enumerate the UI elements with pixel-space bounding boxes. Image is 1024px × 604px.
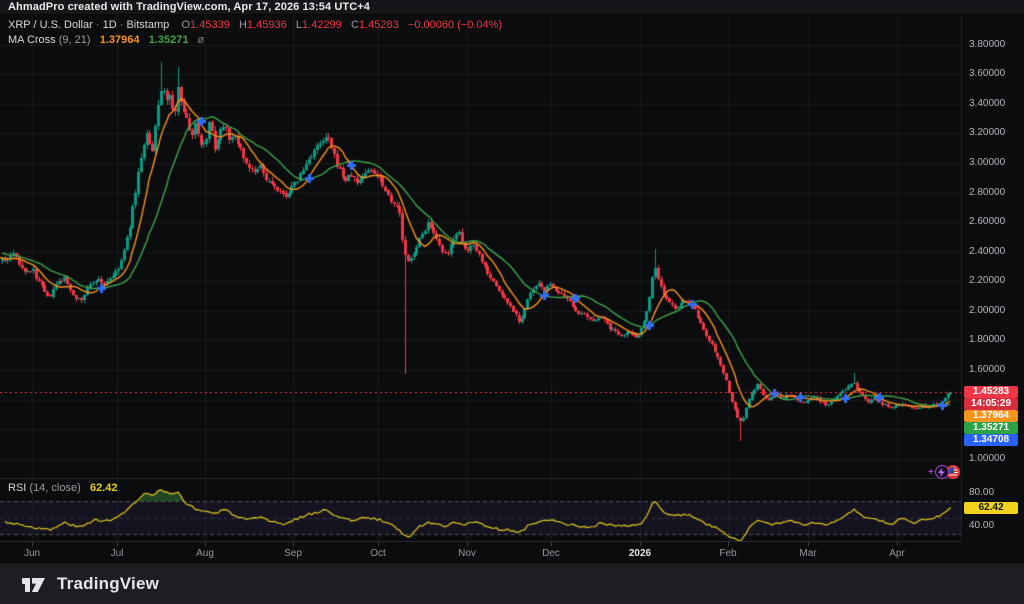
price-axis-label: 1.80000 [969, 335, 1005, 345]
tradingview-brand-text: TradingView [57, 574, 159, 594]
close-label: C [351, 19, 359, 31]
footer-bar: TradingView [0, 562, 1024, 604]
rsi-name[interactable]: RSI [8, 482, 26, 494]
price-axis-label: 3.00000 [969, 158, 1005, 168]
price-axis-badge: 14:05:29 [964, 398, 1018, 410]
close-value: 1.45283 [359, 19, 399, 31]
pane-divider[interactable] [0, 478, 961, 479]
ma-cross-params: (9, 21) [59, 34, 91, 46]
time-axis-tick [32, 542, 33, 546]
high-value: 1.45936 [247, 19, 287, 31]
price-axis-badge: 1.37964 [964, 410, 1018, 422]
time-axis-tick [897, 542, 898, 546]
price-axis-label: 3.60000 [969, 69, 1005, 79]
price-axis-badge: 1.34708 [964, 434, 1018, 446]
ma-cross-legend-row[interactable]: MA Cross (9, 21) 1.37964 1.35271 ø [8, 34, 204, 46]
time-axis-tick [378, 542, 379, 546]
time-axis-tick [467, 542, 468, 546]
price-axis-label: 3.80000 [969, 40, 1005, 50]
change-value: −0.00060 (−0.04%) [408, 19, 502, 31]
instant-trading-bolt-icon[interactable] [935, 465, 949, 479]
time-axis-tick [728, 542, 729, 546]
rsi-params: (14, close) [29, 482, 80, 494]
time-axis-label: Nov [458, 548, 476, 559]
time-axis[interactable]: Jun Jul Aug Sep Oct Nov Dec 2026 Feb Mar Apr [0, 541, 961, 562]
price-axis-badge: 1.35271 [964, 422, 1018, 434]
rsi-axis-label: 40.00 [969, 521, 994, 531]
attribution-bar: AhmadPro created with TradingView.com, A… [0, 0, 1024, 15]
open-label: O [181, 19, 190, 31]
price-axis-label: 2.00000 [969, 306, 1005, 316]
rsi-legend-row[interactable]: RSI (14, close) 62.42 [8, 482, 117, 494]
price-axis-label: 3.40000 [969, 99, 1005, 109]
tradingview-logo[interactable]: TradingView [22, 574, 159, 594]
time-axis-label: Jul [111, 548, 124, 559]
exchange-label[interactable]: Bitstamp [126, 19, 169, 31]
time-axis-label: Mar [799, 548, 816, 559]
interval-label[interactable]: 1D [103, 19, 117, 31]
low-value: 1.42299 [302, 19, 342, 31]
ma-fast-value: 1.37964 [100, 34, 140, 46]
time-axis-label: Dec [542, 548, 560, 559]
price-axis-label: 1.00000 [969, 454, 1005, 464]
price-axis-label: 3.20000 [969, 128, 1005, 138]
pane-quick-icons: + [928, 465, 960, 479]
time-axis-label: Oct [370, 548, 386, 559]
time-axis-tick [808, 542, 809, 546]
time-axis-label: Feb [719, 548, 736, 559]
time-axis-tick [205, 542, 206, 546]
ma-cross-name[interactable]: MA Cross [8, 34, 56, 46]
open-value: 1.45339 [190, 19, 230, 31]
hide-indicator-icon[interactable]: ø [198, 34, 205, 46]
price-chart-canvas[interactable] [0, 15, 961, 478]
time-axis-label: Apr [889, 548, 905, 559]
time-axis-tick [551, 542, 552, 546]
time-axis-tick [117, 542, 118, 546]
price-axis-label: 2.60000 [969, 217, 1005, 227]
legend-separator: · [96, 19, 100, 31]
time-axis-tick [293, 542, 294, 546]
tradingview-logo-icon [22, 574, 48, 594]
ma-slow-value: 1.35271 [149, 34, 189, 46]
rsi-value-badge: 62.42 [964, 502, 1018, 514]
symbol-title[interactable]: XRP / U.S. Dollar [8, 19, 93, 31]
price-axis-label: 2.40000 [969, 247, 1005, 257]
attribution-text: AhmadPro created with TradingView.com, A… [0, 1, 370, 13]
rsi-value: 62.42 [90, 482, 118, 494]
time-axis-label: Aug [196, 548, 214, 559]
price-axis-badge: 1.45283 [964, 386, 1018, 398]
tradingview-chart-app: AhmadPro created with TradingView.com, A… [0, 0, 1024, 604]
add-alert-plus-icon[interactable]: + [928, 467, 934, 478]
rsi-axis-label: 80.00 [969, 488, 994, 498]
symbol-legend-row[interactable]: XRP / U.S. Dollar · 1D · Bitstamp O1.453… [8, 19, 502, 31]
price-axis[interactable]: 3.80000 3.60000 3.40000 3.20000 3.00000 2.800… [961, 15, 1024, 541]
price-axis-label: 1.60000 [969, 365, 1005, 375]
rsi-pane-canvas[interactable] [0, 478, 961, 541]
time-axis-label: 2026 [629, 548, 651, 559]
price-axis-label: 2.80000 [969, 188, 1005, 198]
high-label: H [239, 19, 247, 31]
time-axis-tick [640, 542, 641, 546]
time-axis-label: Jun [24, 548, 40, 559]
price-axis-label: 2.20000 [969, 276, 1005, 286]
time-axis-label: Sep [284, 548, 302, 559]
